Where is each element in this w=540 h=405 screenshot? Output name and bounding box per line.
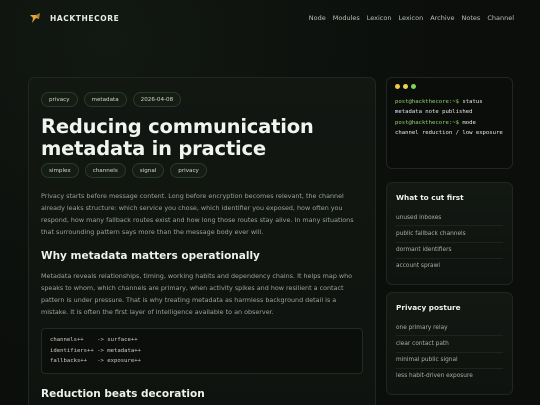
article-intro: Privacy starts before message content. L… [41, 192, 354, 236]
terminal-line: channel reduction / low exposure [395, 128, 504, 138]
list-item: minimal public signal [396, 353, 503, 369]
section-heading-why-metadata: Why metadata matters operationally [41, 250, 260, 262]
nav-link-archive[interactable]: Archive [430, 14, 454, 22]
nav-link-modules[interactable]: Modules [333, 14, 360, 22]
tag-metadata[interactable]: metadata [83, 92, 127, 107]
list-item: account sprawl [396, 263, 440, 270]
panel-list: unused inboxes public fallback channels … [396, 210, 503, 274]
list-item: one primary relay [396, 320, 503, 337]
tag-privacy[interactable]: privacy [41, 92, 78, 107]
section-body-why-metadata: Metadata reveals relationships, timing, … [41, 272, 353, 316]
tag-simplex[interactable]: simplex [41, 163, 79, 178]
section-heading-reduction: Reduction beats decoration [41, 387, 205, 400]
tag-privacy-2[interactable]: privacy [170, 163, 207, 178]
list-item: clear contact path [396, 336, 503, 353]
window-dot-icon [411, 84, 416, 89]
panel-list: one primary relay clear contact path min… [396, 320, 503, 384]
terminal-line: metadata note published [395, 107, 504, 117]
panel-title: Privacy posture [396, 303, 461, 312]
code-line: identifiers++ -> metadata++ [50, 347, 141, 354]
terminal-line: post@hackthecore:~$ mode [395, 118, 504, 128]
tag-date: 2026-04-08 [132, 92, 182, 107]
panel-privacy-posture: Privacy posture one primary relay clear … [386, 292, 513, 396]
article-subtags: simplex channels signal privacy [41, 163, 363, 178]
hackthecore-logo-icon [28, 11, 42, 25]
nav-link-notes[interactable]: Notes [462, 14, 481, 22]
panel-what-to-cut: What to cut first unused inboxes public … [386, 182, 513, 286]
list-item: public fallback channels [396, 226, 503, 243]
terminal-line: post@hackthecore:~$ status [395, 97, 504, 107]
panel-title: What to cut first [396, 193, 464, 202]
terminal-output: post@hackthecore:~$ status metadata note… [395, 97, 504, 139]
terminal-prompt: post@hackthecore:~$ [395, 99, 459, 105]
nav-link-lexicon[interactable]: Lexicon [367, 14, 392, 22]
article-title: Reducing communication metadata in pract… [41, 115, 314, 160]
list-item: less habit-driven exposure [396, 373, 473, 380]
terminal-output-text: metadata note published [395, 109, 473, 116]
article-card: privacy metadata 2026-04-08 Reducing com… [28, 77, 376, 405]
nav-link-lexicon-2[interactable]: Lexicon [398, 14, 423, 22]
terminal-prompt: post@hackthecore:~$ [395, 119, 459, 126]
code-block: channels++ -> surface++ identifiers++ -> … [41, 328, 363, 374]
terminal-widget: post@hackthecore:~$ status metadata note… [386, 77, 513, 169]
window-dot-icon [403, 84, 408, 89]
window-dot-icon [395, 84, 400, 89]
article-tags: privacy metadata 2026-04-08 [41, 92, 363, 107]
nav-link-node[interactable]: Node [309, 14, 326, 22]
brand-name: HACKTHECORE [50, 13, 120, 23]
tag-channels[interactable]: channels [84, 163, 126, 178]
terminal-command: status [462, 99, 483, 105]
tag-signal[interactable]: signal [131, 163, 165, 178]
list-item: unused inboxes [396, 210, 503, 227]
nav-link-channel[interactable]: Channel [487, 14, 514, 22]
code-line: channels++ -> surface++ [50, 337, 138, 343]
main-nav: Node Modules Lexicon Lexicon Archive Not… [309, 14, 514, 22]
list-item: dormant identifiers [396, 243, 503, 259]
top-navigation-bar: HACKTHECORE Node Modules Lexicon Lexicon… [0, 0, 540, 36]
brand[interactable]: HACKTHECORE [28, 11, 119, 25]
terminal-output-text: channel reduction / low exposure [395, 130, 503, 137]
terminal-command: mode [462, 119, 476, 126]
terminal-window-controls [395, 84, 504, 89]
code-line: fallbacks++ -> exposure++ [50, 358, 141, 364]
